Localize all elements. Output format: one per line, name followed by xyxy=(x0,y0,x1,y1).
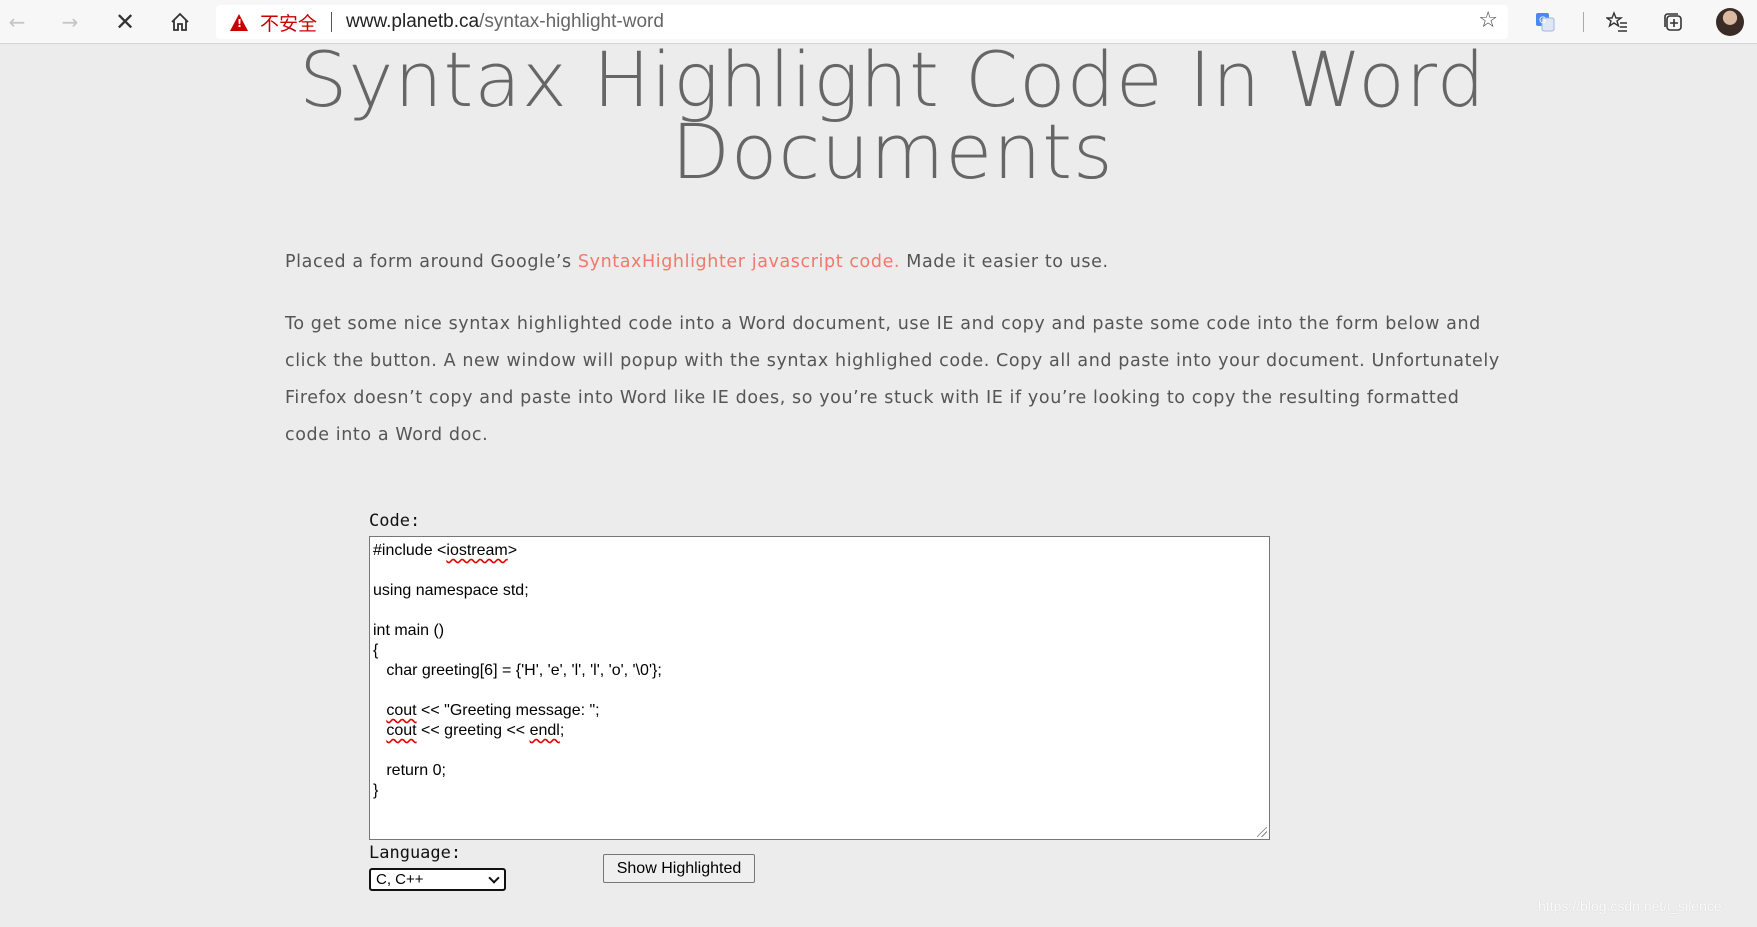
page-title: Syntax Highlight Code In Word Documents xyxy=(280,35,1505,196)
show-highlighted-button[interactable]: Show Highlighted xyxy=(603,854,755,883)
code-textarea[interactable]: #include <iostream> using namespace std;… xyxy=(369,536,1270,840)
code-line: using namespace std; xyxy=(373,582,529,599)
home-icon[interactable] xyxy=(165,7,195,37)
spellcheck-word: cout xyxy=(386,722,417,739)
intro-paragraph: Placed a form around Google’s SyntaxHigh… xyxy=(285,244,1510,281)
intro-text-before: Placed a form around Google’s xyxy=(285,252,578,272)
code-line-include: #include <iostream> xyxy=(373,542,518,559)
address-divider xyxy=(331,12,333,32)
syntaxhighlighter-link[interactable]: SyntaxHighlighter javascript code. xyxy=(578,252,900,272)
instructions-paragraph: To get some nice syntax highlighted code… xyxy=(285,314,1500,445)
code-line: } xyxy=(373,782,379,799)
address-bar[interactable]: 不安全 www.planetb.ca/syntax-highlight-word… xyxy=(216,5,1508,39)
url-path: /syntax-highlight-word xyxy=(479,11,664,32)
star-icon[interactable]: ☆ xyxy=(1478,8,1498,33)
avatar[interactable] xyxy=(1716,8,1744,36)
code-line: int main () xyxy=(373,622,445,639)
page-title-line2: Documents xyxy=(671,107,1114,196)
toolbar-divider xyxy=(1583,12,1584,32)
chevron-down-icon xyxy=(488,872,500,884)
code-line: cout << greeting << endl; xyxy=(386,722,565,739)
url-host: www.planetb.ca xyxy=(346,11,480,32)
resize-grip-icon[interactable] xyxy=(1257,827,1267,837)
language-label: Language: xyxy=(369,843,462,863)
forward-icon[interactable]: → xyxy=(55,7,85,37)
language-selected-value: C, C++ xyxy=(376,871,424,888)
stop-icon[interactable]: ✕ xyxy=(110,7,140,37)
collections-icon[interactable] xyxy=(1658,7,1688,37)
watermark: https://blog.csdn.net/i_silence xyxy=(1538,898,1722,914)
code-line: cout << "Greeting message: "; xyxy=(386,702,600,719)
spellcheck-word: cout xyxy=(386,702,417,719)
spellcheck-word: endl xyxy=(529,722,560,739)
back-icon[interactable]: ← xyxy=(2,7,32,37)
intro-text-after: Made it easier to use. xyxy=(900,252,1109,272)
translate-icon[interactable]: G xyxy=(1530,7,1560,37)
code-line: { xyxy=(373,642,379,659)
svg-text:G: G xyxy=(1539,16,1546,26)
favorites-icon[interactable] xyxy=(1602,7,1632,37)
code-line: #include <iostream> xyxy=(373,541,1266,561)
code-label: Code: xyxy=(369,511,421,531)
security-label[interactable]: 不安全 xyxy=(260,9,317,36)
spellcheck-word: iostream xyxy=(446,542,508,559)
code-line: char greeting[6] = {'H', 'e', 'l', 'l', … xyxy=(373,662,662,679)
code-line: return 0; xyxy=(373,762,446,779)
warning-icon xyxy=(230,13,248,31)
page-title-line1: Syntax Highlight Code In Word xyxy=(299,35,1486,124)
language-select[interactable]: C, C++ xyxy=(369,868,506,891)
